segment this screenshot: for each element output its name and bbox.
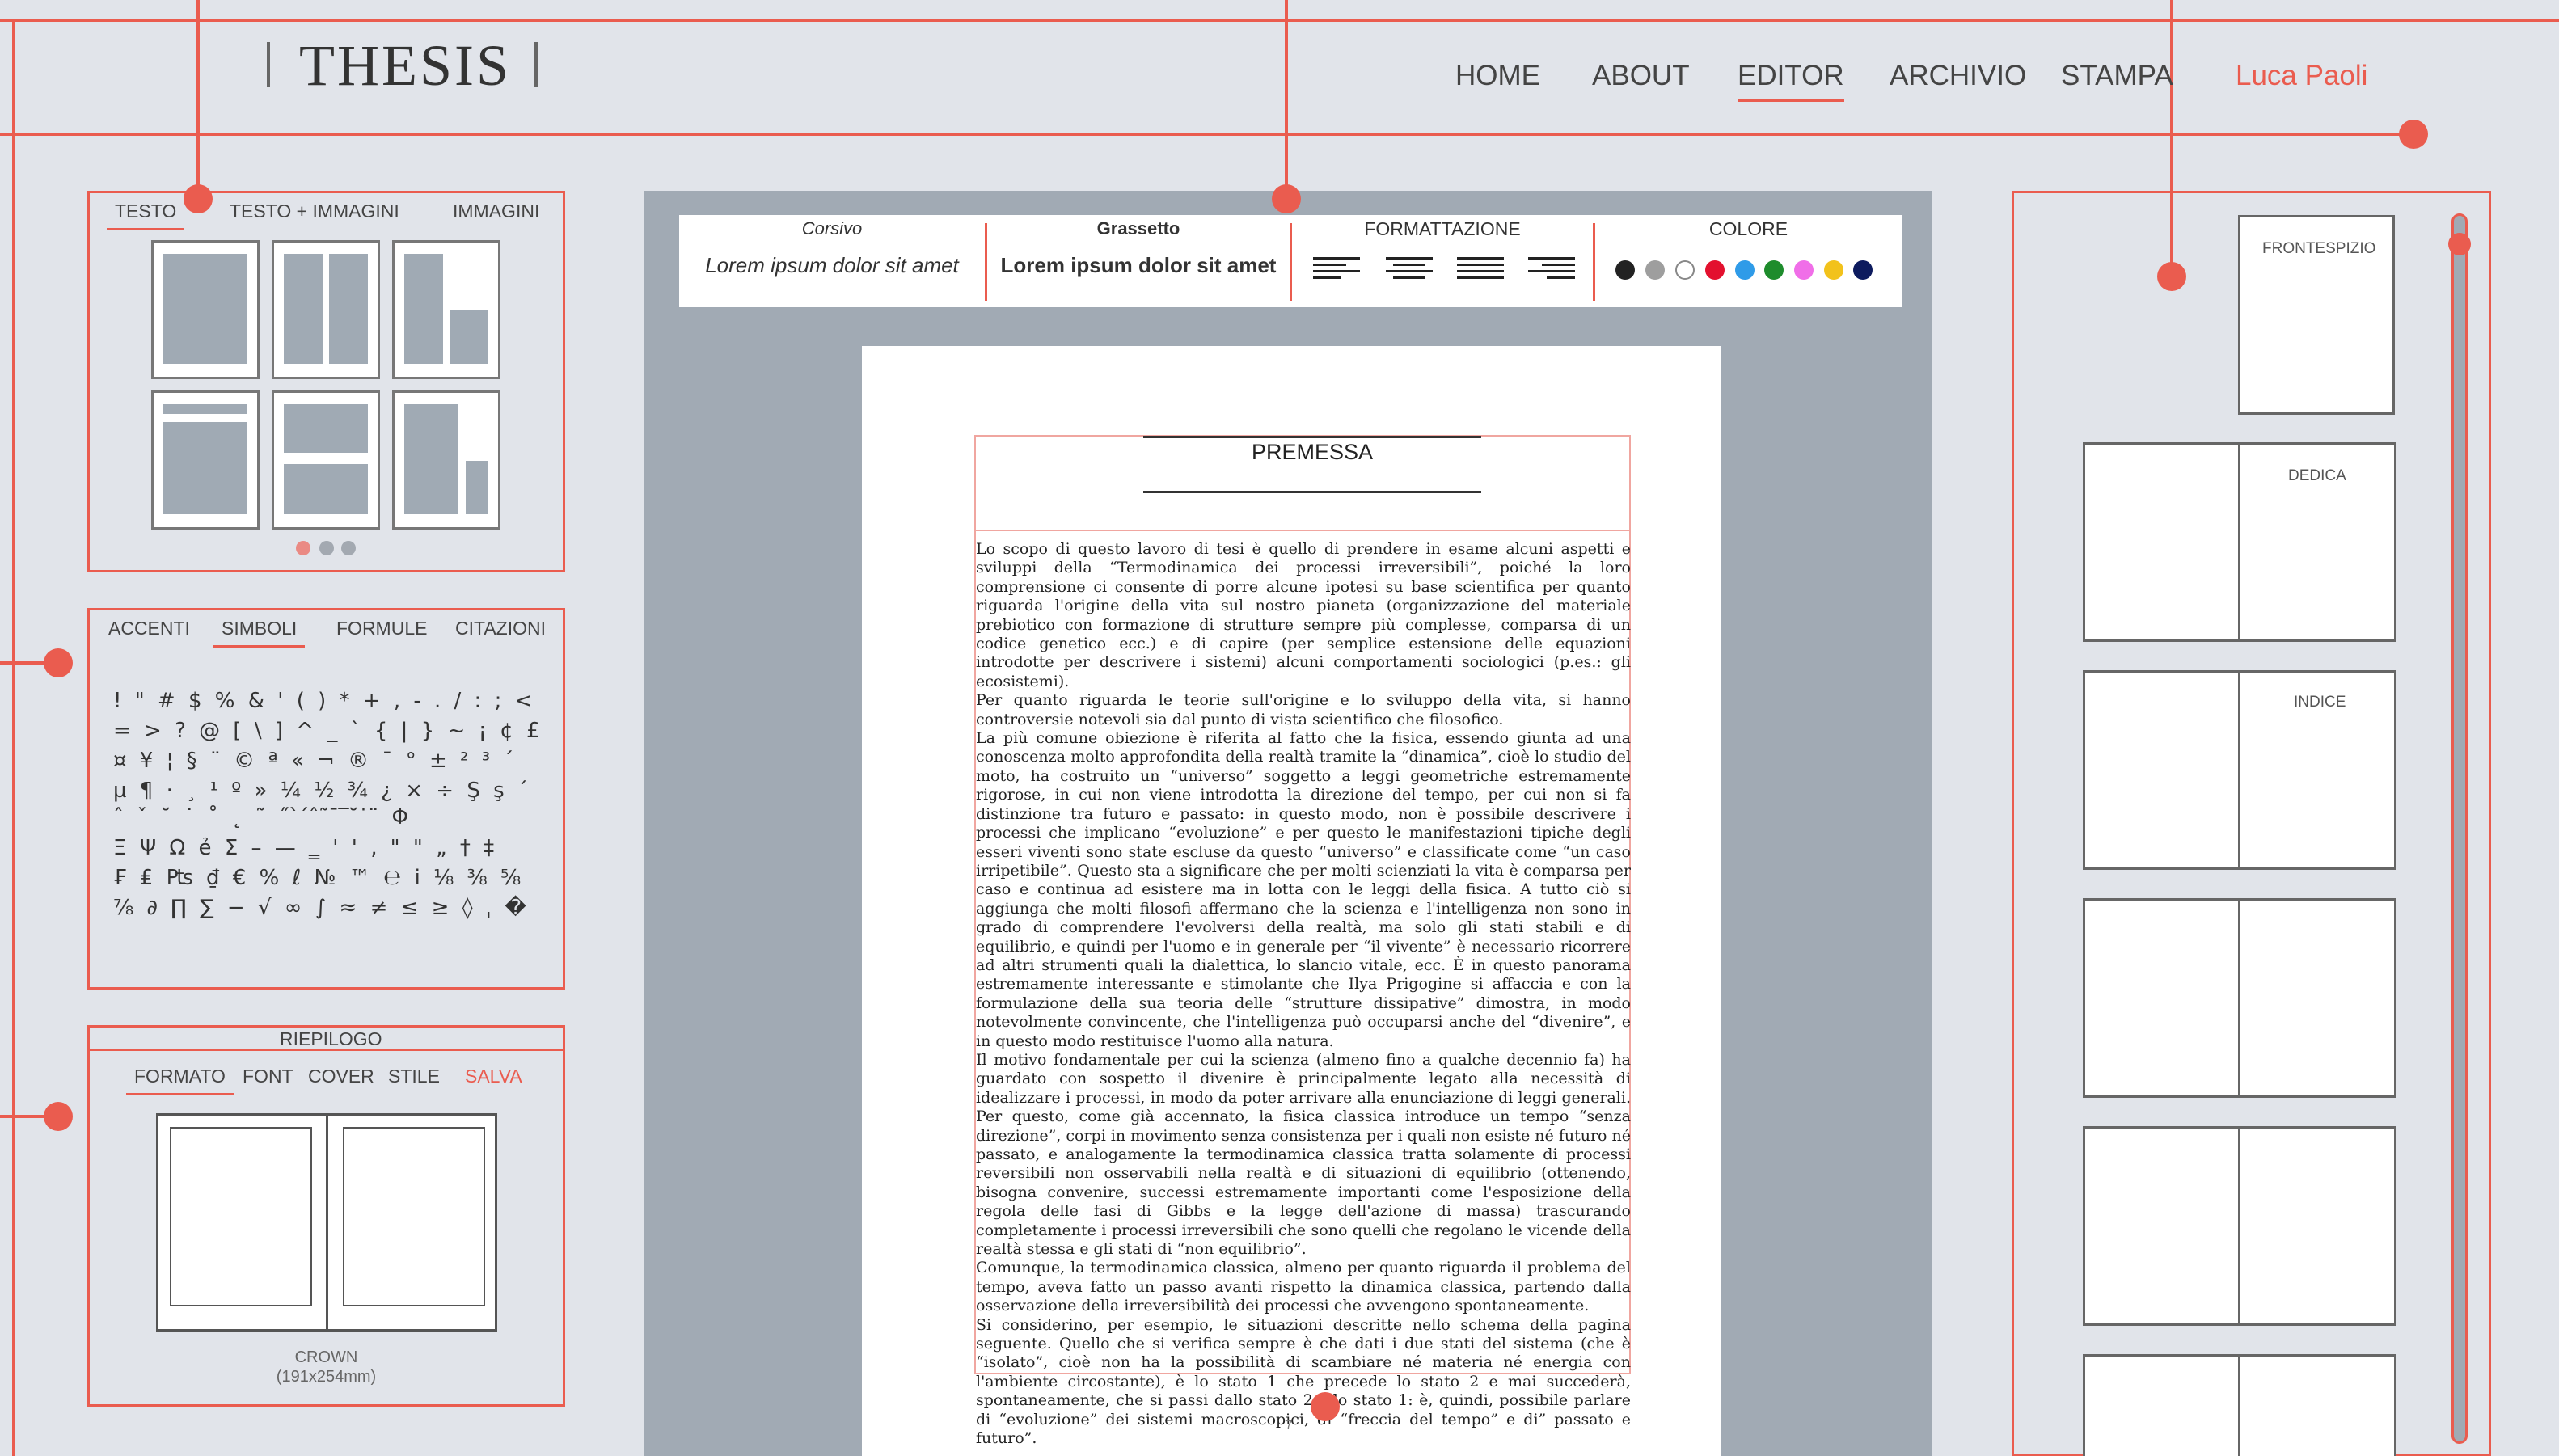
bold-style-button[interactable]: Lorem ipsum dolor sit amet [987,253,1290,278]
tab-stile[interactable]: STILE [388,1066,440,1087]
tab-formato[interactable]: FORMATO [126,1066,234,1095]
layout-template-side-image[interactable] [392,390,500,530]
page-number: 7 [1286,1418,1293,1432]
annotation-line [0,133,2413,136]
symbol-row[interactable]: ! " # $ % & ' ( ) * + , - . / : ; < [113,689,535,713]
heading-rule-bottom [1143,491,1481,493]
color-label: COLORE [1708,218,1788,239]
color-swatch-green[interactable] [1764,260,1784,280]
nav-editor[interactable]: EDITOR [1738,60,1844,102]
tab-citazioni[interactable]: CITAZIONI [455,618,546,639]
annotation-line [0,19,2559,22]
format-preview [156,1113,497,1332]
nav-about[interactable]: ABOUT [1592,60,1690,92]
page-label-indice: INDICE [2294,694,2346,711]
color-swatch-black[interactable] [1615,260,1635,280]
formatting-label: FORMATTAZIONE [1364,218,1521,239]
color-swatch-blue[interactable] [1735,260,1755,280]
tab-formule[interactable]: FORMULE [336,618,427,639]
annotation-marker [2399,120,2428,149]
align-left-icon[interactable] [1313,257,1360,286]
layout-template-header-block[interactable] [151,390,260,530]
symbol-row[interactable]: ₣ ₤ ₧ ₫ € % ℓ № ™ ℮ ⅰ ⅛ ⅜ ⅝ [113,866,524,890]
italic-style-button[interactable]: Lorem ipsum dolor sit amet [679,253,985,278]
app-logo[interactable]: THESIS [299,32,511,99]
page-thumb-spread[interactable] [2083,1126,2241,1326]
tab-cover[interactable]: COVER [308,1066,374,1087]
user-name[interactable]: Luca Paoli [2236,60,2367,92]
symbol-row[interactable]: ⅞ ∂ ∏ ∑ − √ ∞ ∫ ≈ ≠ ≤ ≥ ◊ ˌ � [113,896,530,920]
annotation-line [1285,0,1288,199]
color-swatch-white[interactable] [1675,260,1695,280]
heading-rule-top [1143,436,1481,438]
layout-template-text-image[interactable] [392,240,500,379]
italic-label: Corsivo [801,218,863,238]
layout-template-two-columns[interactable] [272,240,380,379]
tab-accenti[interactable]: ACCENTI [108,618,190,639]
pager-dot[interactable] [319,541,334,555]
nav-archivio[interactable]: ARCHIVIO [1890,60,2026,92]
annotation-marker [2157,262,2186,291]
page-thumb[interactable] [2238,1126,2396,1326]
page-thumb[interactable] [2238,898,2396,1098]
color-swatch-red[interactable] [1705,260,1725,280]
annotation-marker [44,648,73,677]
save-button[interactable]: SALVA [465,1066,522,1087]
nav-home[interactable]: HOME [1455,60,1540,92]
summary-title: RIEPILOGO [280,1028,382,1049]
page-thumb[interactable] [2238,1354,2396,1456]
bold-label: Grassetto [1096,218,1180,238]
page-label-frontespizio: FRONTESPIZIO [2262,240,2376,257]
tab-immagini[interactable]: IMMAGINI [453,200,539,222]
annotation-marker [44,1102,73,1131]
tab-testo[interactable]: TESTO [106,200,185,230]
page-label-dedica: DEDICA [2288,467,2346,484]
tab-font[interactable]: FONT [243,1066,293,1087]
annotation-marker [184,184,213,213]
layout-template-single[interactable] [151,240,260,379]
tab-simboli[interactable]: SIMBOLI [213,618,306,648]
page-thumb-spread[interactable] [2083,898,2241,1098]
annotation-marker [1272,184,1301,213]
page-thumb-spread[interactable] [2083,1354,2241,1456]
annotation-marker [1311,1392,1340,1421]
pages-scrollbar[interactable] [2451,213,2468,1444]
page-thumb-spread[interactable] [2083,442,2241,642]
page-thumb-spread[interactable] [2083,670,2241,870]
color-swatch-navy[interactable] [1853,260,1873,280]
align-center-icon[interactable] [1386,257,1433,286]
logo-divider [267,42,270,87]
tab-testo-immagini[interactable]: TESTO + IMMAGINI [230,200,399,222]
nav-stampa[interactable]: STAMPA [2061,60,2173,92]
symbol-row[interactable]: ¤ ¥ ¦ § ¨ © ª « ¬ ® ¯ ° ± ² ³ ´ [113,749,517,773]
logo-divider [534,42,538,87]
symbol-row[interactable]: Ξ Ψ Ω ẻ Σ – — ‗ ' ' ‚ " " „ † ‡ [113,836,497,860]
heading-frame-divider [974,530,1631,531]
format-name: CROWN [294,1348,358,1366]
symbol-row[interactable]: ˆ ˇ ˘ ˙ ˚ ˛ ˜ ˝ ̀ ́ ̂ ̃ ̄ ̅ ̆ ̇ ̈ Φ [113,805,412,829]
symbol-row[interactable]: = > ? @ [ \ ] ^ _ ` { | } ~ ¡ ¢ £ [113,719,543,743]
color-swatch-gray[interactable] [1645,260,1665,280]
pager-dot-active[interactable] [296,541,310,555]
color-swatch-pink[interactable] [1794,260,1814,280]
annotation-line [12,19,15,1456]
align-right-icon[interactable] [1528,257,1575,286]
layout-template-stacked[interactable] [272,390,380,530]
annotation-line [196,0,200,199]
format-size: (191x254mm) [276,1368,377,1386]
document-heading[interactable]: PREMESSA [1143,440,1481,465]
color-swatch-yellow[interactable] [1824,260,1843,280]
symbol-row[interactable]: µ ¶ · ¸ ¹ º » ¼ ½ ¾ ¿ × ÷ Ş ş ˊ [113,779,531,803]
document-body-text[interactable]: Lo scopo di questo lavoro di tesi è quel… [976,540,1631,1449]
scrollbar-thumb[interactable] [2448,233,2471,255]
pager-dot[interactable] [341,541,356,555]
align-justify-icon[interactable] [1457,257,1504,286]
